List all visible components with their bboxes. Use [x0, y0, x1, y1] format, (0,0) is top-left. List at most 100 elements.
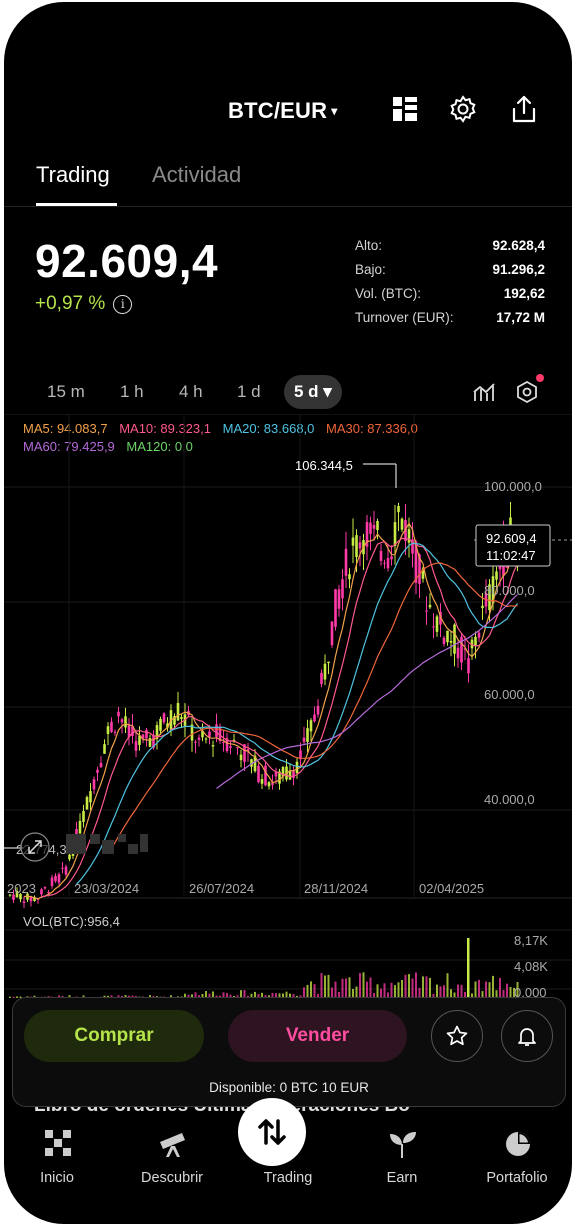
main-tabs: Trading Actividad — [4, 158, 572, 207]
info-icon[interactable]: i — [113, 295, 133, 314]
buy-button[interactable]: Comprar — [24, 1010, 204, 1062]
ma20-line — [76, 542, 518, 885]
volume-bar — [341, 978, 344, 998]
candle-body — [397, 505, 400, 513]
volume-bar — [478, 979, 480, 998]
volume-bar — [492, 975, 494, 998]
pair-selector[interactable]: BTC/EUR ▾ — [228, 98, 337, 124]
tab-actividad[interactable]: Actividad — [152, 162, 241, 188]
volume-bar — [415, 972, 417, 998]
candle-body — [92, 779, 96, 790]
candle-body — [57, 874, 61, 883]
market-stats: Alto: 92.628,4 Bajo: 91.296,2 Vol. (BTC): 1… — [355, 238, 545, 334]
stat-high: Alto: 92.628,4 — [355, 238, 545, 262]
candle-body — [481, 605, 484, 609]
layout-list-icon[interactable] — [388, 92, 422, 126]
expand-chart-icon[interactable] — [20, 832, 50, 862]
volume-bar — [310, 981, 312, 998]
volume-bar — [359, 973, 361, 998]
tab-trading[interactable]: Trading — [36, 162, 110, 188]
nav-label: Descubrir — [140, 1170, 204, 1186]
candle-body — [22, 901, 26, 904]
chevron-down-icon: ▾ — [331, 104, 338, 118]
x-tick-label: 02/04/2025 — [419, 881, 484, 896]
candle-body — [215, 724, 218, 737]
candle-body — [327, 661, 330, 664]
candle-body — [386, 558, 390, 569]
candle-body — [82, 811, 85, 822]
candle-body — [61, 867, 64, 869]
volume-bar — [485, 981, 487, 998]
volume-bar — [313, 984, 316, 998]
candle-body — [313, 714, 316, 722]
bottom-nav: Inicio Descubrir Trading Earn Portafolio — [4, 1098, 572, 1224]
volume-bar — [408, 974, 410, 998]
interval-5d[interactable]: 5 d ▾ — [284, 375, 342, 409]
candle-body — [110, 721, 113, 733]
candle-body — [334, 589, 337, 627]
available-balance: Disponible: 0 BTC 10 EUR — [209, 1080, 369, 1095]
indicator-icon[interactable] — [467, 375, 501, 409]
candle-body — [442, 637, 446, 644]
candle-body — [68, 854, 71, 860]
volume-bar — [327, 974, 330, 998]
stat-label: Alto: — [355, 238, 383, 253]
candle-body — [407, 529, 411, 543]
candle-body — [432, 626, 435, 628]
notification-dot — [536, 374, 544, 382]
candle-body — [260, 779, 264, 784]
candle-body — [134, 741, 138, 751]
gear-icon[interactable] — [446, 92, 480, 126]
candle-body — [449, 641, 453, 643]
candle-body — [117, 711, 120, 717]
volume-tick-label: 4,08K — [514, 959, 548, 974]
candle-body — [477, 632, 481, 638]
candle-body — [456, 647, 460, 659]
interval-15m[interactable]: 15 m — [47, 375, 85, 409]
telescope-icon — [160, 1133, 185, 1157]
candle-body — [257, 765, 260, 783]
stat-volume: Vol. (BTC): 192,62 — [355, 286, 545, 310]
star-icon — [446, 1025, 468, 1046]
last-price: 92.609,4 — [35, 235, 219, 287]
volume-bar — [474, 981, 477, 998]
price-chart[interactable]: 106.344,5 22.774,3 100.000,0 80.000,0 60… — [4, 414, 572, 1004]
candle-body — [467, 658, 470, 674]
volume-bar — [390, 982, 393, 998]
candle-body — [197, 737, 201, 740]
volume-bar — [425, 976, 428, 998]
volume-bar — [404, 974, 407, 998]
volume-bar — [506, 983, 508, 998]
interval-1h[interactable]: 1 h — [120, 375, 144, 409]
volume-bar — [345, 978, 347, 998]
candle-body — [372, 524, 376, 529]
candle-body — [176, 703, 180, 721]
candle-body — [376, 521, 379, 530]
candle-body — [159, 718, 162, 731]
nav-label: Trading — [263, 1170, 313, 1186]
candle-body — [208, 731, 211, 738]
share-icon[interactable] — [507, 92, 541, 126]
volume-bar — [16, 996, 18, 998]
interval-1d[interactable]: 1 d — [237, 375, 261, 409]
trading-fab[interactable] — [238, 1098, 306, 1166]
alert-button[interactable] — [501, 1010, 553, 1062]
candle-body — [211, 745, 215, 747]
sell-button[interactable]: Vender — [228, 1010, 407, 1062]
volume-bar — [411, 978, 414, 998]
candle-body — [239, 754, 243, 761]
candle-body — [50, 877, 54, 886]
candle-body — [145, 729, 148, 739]
candle-body — [236, 747, 239, 749]
volume-bar — [320, 973, 323, 998]
price-change: +0,97 % i — [35, 293, 133, 315]
favorite-button[interactable] — [431, 1010, 483, 1062]
candle-body — [495, 571, 498, 580]
candle-body — [89, 791, 92, 803]
stat-turnover: Turnover (EUR): 17,72 M — [355, 310, 545, 334]
nav-label: Inicio — [40, 1170, 74, 1186]
interval-4h[interactable]: 4 h — [179, 375, 203, 409]
ma30-line — [110, 562, 518, 849]
stat-value: 92.628,4 — [492, 238, 545, 253]
candle-body — [229, 746, 232, 748]
